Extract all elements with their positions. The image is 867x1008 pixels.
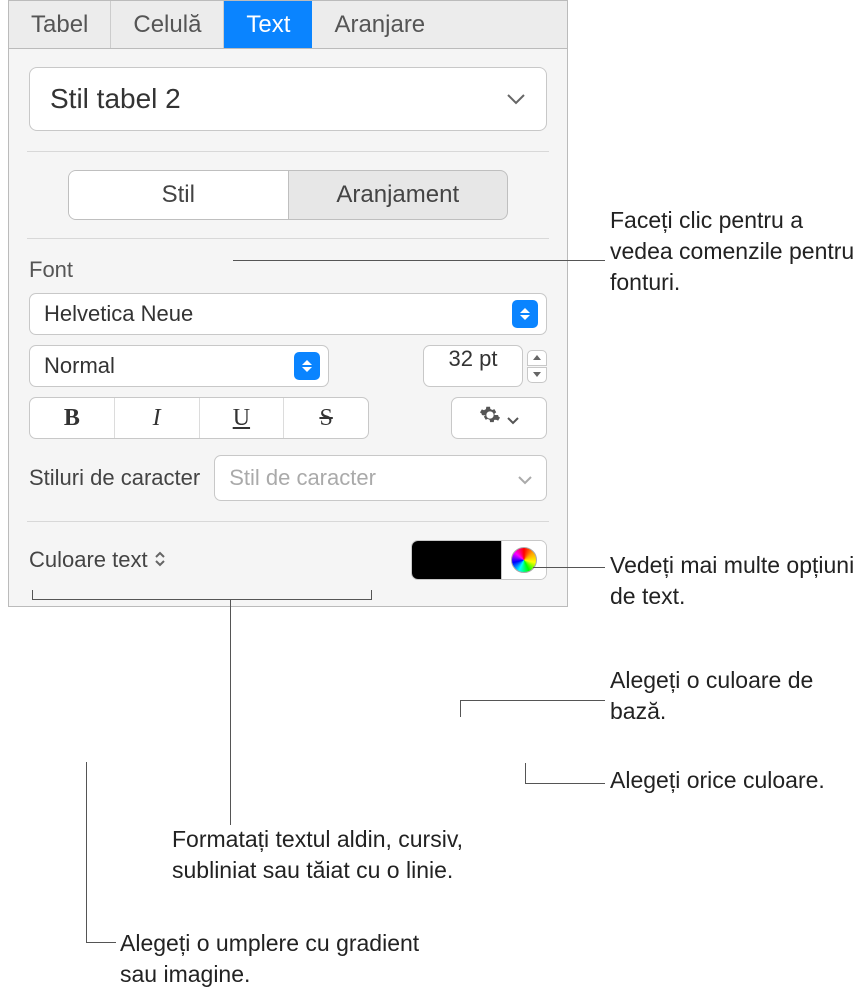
font-size-step-down[interactable] bbox=[527, 367, 547, 383]
leader-line bbox=[460, 700, 461, 717]
font-weight-value: Normal bbox=[44, 353, 115, 379]
callout-more-text: Vedeți mai multe opțiuni de text. bbox=[610, 550, 867, 612]
leader-line bbox=[533, 567, 605, 568]
style-layout-segmented: Stil Aranjament bbox=[68, 170, 508, 220]
divider bbox=[27, 521, 549, 522]
chevron-down-icon bbox=[507, 405, 519, 431]
tab-aranjare[interactable]: Aranjare bbox=[312, 1, 447, 48]
tab-tabel[interactable]: Tabel bbox=[9, 1, 111, 48]
leader-line bbox=[86, 762, 87, 942]
text-color-controls bbox=[411, 540, 547, 580]
text-format-group: B I U S bbox=[29, 397, 369, 439]
character-styles-label: Stiluri de caracter bbox=[29, 465, 200, 491]
text-color-wheel-button[interactable] bbox=[502, 541, 546, 579]
character-style-value: Stil de caracter bbox=[229, 465, 376, 491]
callout-base-color: Alegeți o culoare de bază. bbox=[610, 665, 867, 727]
italic-button[interactable]: I bbox=[115, 398, 200, 438]
font-size-step-up[interactable] bbox=[527, 350, 547, 366]
tab-text[interactable]: Text bbox=[224, 1, 312, 48]
seg-aranjament[interactable]: Aranjament bbox=[289, 171, 508, 219]
font-family-popup[interactable]: Helvetica Neue bbox=[29, 293, 547, 335]
paragraph-style-select[interactable]: Stil tabel 2 bbox=[29, 67, 547, 131]
callout-fonts: Faceți clic pentru a vedea comenzile pen… bbox=[610, 205, 867, 298]
format-inspector-panel: Tabel Celulă Text Aranjare Stil tabel 2 … bbox=[8, 0, 568, 607]
advanced-text-options-button[interactable] bbox=[451, 397, 547, 439]
text-color-label-popup[interactable]: Culoare text bbox=[29, 547, 166, 573]
leader-line bbox=[525, 783, 605, 784]
callout-bius: Formatați textul aldin, cursiv, sublinia… bbox=[172, 824, 472, 886]
seg-stil[interactable]: Stil bbox=[69, 171, 289, 219]
color-wheel-icon bbox=[511, 547, 537, 573]
bracket bbox=[32, 590, 372, 600]
text-color-label: Culoare text bbox=[29, 547, 148, 573]
paragraph-style-label: Stil tabel 2 bbox=[50, 83, 181, 115]
font-size-input[interactable]: 32 pt bbox=[423, 345, 523, 387]
inspector-tabbar: Tabel Celulă Text Aranjare bbox=[9, 1, 567, 49]
callout-gradient-fill: Alegeți o umplere cu gradient sau imagin… bbox=[120, 928, 440, 990]
popup-arrows-icon bbox=[512, 300, 538, 328]
font-size-field: 32 pt bbox=[423, 345, 547, 387]
chevron-down-icon bbox=[518, 465, 532, 491]
font-weight-popup[interactable]: Normal bbox=[29, 345, 329, 387]
popup-arrows-icon bbox=[294, 352, 320, 380]
leader-line bbox=[86, 942, 116, 943]
underline-button[interactable]: U bbox=[200, 398, 285, 438]
callout-any-color: Alegeți orice culoare. bbox=[610, 765, 825, 796]
chevron-down-icon bbox=[506, 93, 526, 105]
tab-celula[interactable]: Celulă bbox=[111, 1, 224, 48]
popup-arrows-icon bbox=[154, 547, 166, 573]
font-family-value: Helvetica Neue bbox=[44, 301, 193, 327]
divider bbox=[27, 151, 549, 152]
bold-button[interactable]: B bbox=[30, 398, 115, 438]
leader-line bbox=[230, 600, 231, 825]
gear-icon bbox=[479, 404, 501, 432]
strikethrough-button[interactable]: S bbox=[284, 398, 368, 438]
leader-line bbox=[233, 260, 605, 261]
leader-line bbox=[525, 763, 526, 783]
character-style-popup[interactable]: Stil de caracter bbox=[214, 455, 547, 501]
text-color-well[interactable] bbox=[412, 541, 502, 579]
divider bbox=[27, 238, 549, 239]
leader-line bbox=[460, 700, 605, 701]
font-size-stepper bbox=[527, 350, 547, 383]
